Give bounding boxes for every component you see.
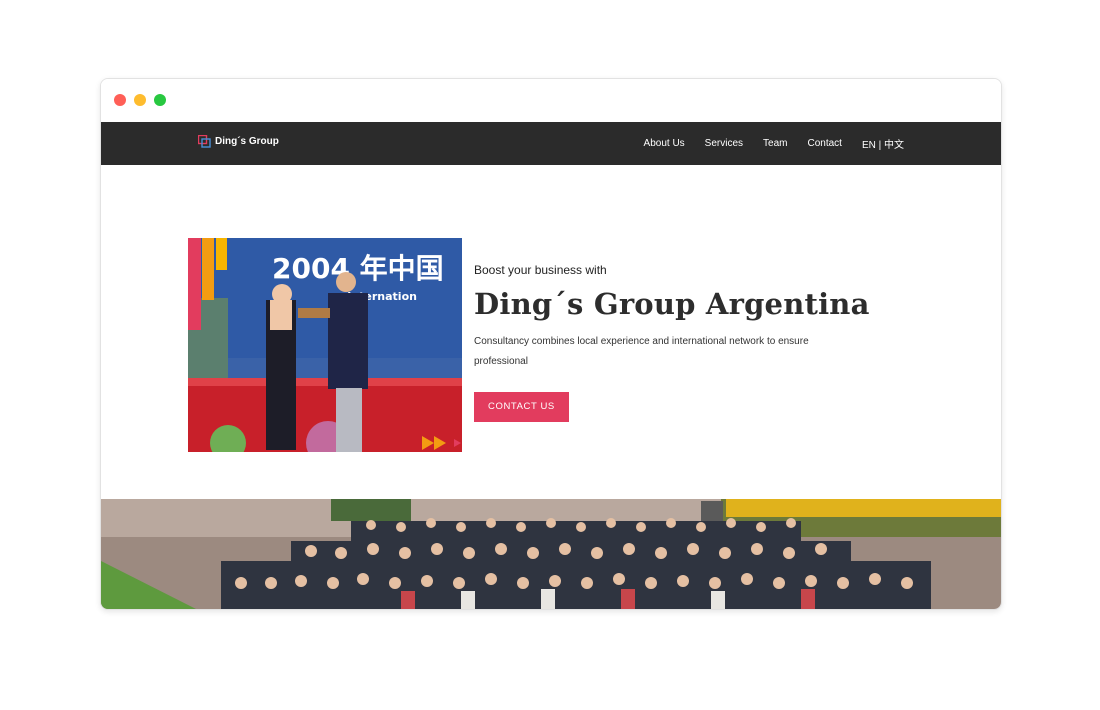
nav-services[interactable]: Services xyxy=(705,138,743,149)
decor-bar-yellow xyxy=(216,238,227,270)
maximize-window-button[interactable] xyxy=(154,94,166,106)
close-window-button[interactable] xyxy=(114,94,126,106)
nav-menu: About Us Services Team Contact EN | 中文 xyxy=(644,122,904,165)
hero-headline: Ding´s Group Argentina xyxy=(474,287,870,321)
photo-sign-text: 2004 年中国 xyxy=(272,252,444,285)
contact-us-button[interactable]: CONTACT US xyxy=(474,392,569,422)
minimize-window-button[interactable] xyxy=(134,94,146,106)
nav-about-us[interactable]: About Us xyxy=(644,138,685,149)
hero-photo: 2004 年中国 on Internation xyxy=(188,238,462,452)
window-titlebar xyxy=(101,79,1001,122)
hero-kicker: Boost your business with xyxy=(474,263,607,277)
hero-text-block: Boost your business with Ding´s Group Ar… xyxy=(474,263,874,422)
brand-name: Ding´s Group xyxy=(215,136,279,147)
hero-section: 2004 年中国 on Internation Boost your busin… xyxy=(101,165,1001,499)
decor-bar-pink xyxy=(188,238,201,330)
browser-window: Ding´s Group About Us Services Team Cont… xyxy=(100,78,1002,610)
brand-logo-link[interactable]: Ding´s Group xyxy=(198,135,279,148)
nav-contact[interactable]: Contact xyxy=(807,138,841,149)
language-switcher[interactable]: EN | 中文 xyxy=(862,136,904,151)
group-photo-banner xyxy=(101,499,1001,609)
nav-team[interactable]: Team xyxy=(763,138,787,149)
site-navbar: Ding´s Group About Us Services Team Cont… xyxy=(101,122,1001,165)
brand-logo-icon xyxy=(198,135,211,148)
decor-bar-orange xyxy=(202,238,214,300)
hero-description: Consultancy combines local experience an… xyxy=(474,336,809,367)
